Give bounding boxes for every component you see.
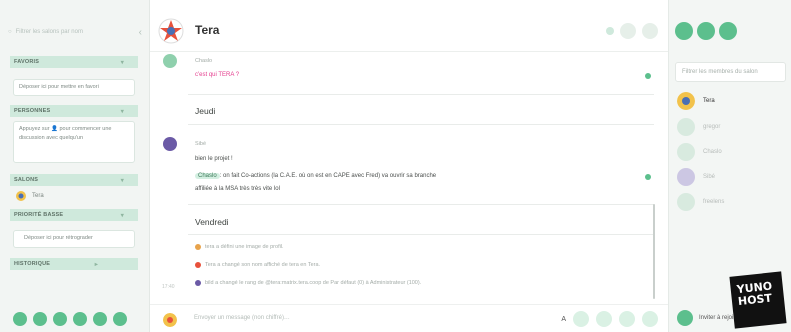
apps-icon[interactable] (620, 23, 636, 39)
section-priorite-basse[interactable]: PRIORITÉ BASSE ▾ (10, 209, 138, 221)
chevron-down-icon: ▾ (120, 177, 124, 184)
divider (188, 204, 654, 205)
avatar (677, 118, 695, 136)
member-item[interactable]: Sibé (677, 168, 715, 186)
message-input[interactable]: Envoyer un message (non chiffré)… (194, 315, 290, 321)
search-icon[interactable] (642, 23, 658, 39)
member-item[interactable]: Tera (677, 92, 715, 110)
member-item[interactable]: freelens (677, 193, 724, 211)
low-priority-drop-zone[interactable]: Déposer ici pour rétrograder (13, 230, 135, 248)
chevron-right-icon: ▸ (94, 261, 98, 268)
message-text: Chaslo: on fait Co-actions (la C.A.E. où… (195, 173, 436, 179)
message-text: bien le projet ! (195, 156, 233, 162)
avatar[interactable] (163, 137, 177, 151)
read-receipt-icon (645, 174, 651, 180)
mention-pill[interactable]: Chaslo (195, 173, 220, 179)
voice-call-icon[interactable] (596, 311, 612, 327)
sender-name[interactable]: Chaslo (195, 58, 212, 64)
chevron-down-icon: ▾ (120, 59, 124, 66)
search-icon: ○ (8, 29, 12, 35)
room-title: Tera (195, 23, 220, 37)
avatar (195, 262, 201, 268)
scrollbar[interactable] (653, 204, 655, 299)
yunohost-logo: YUNO HOST (729, 271, 787, 329)
collapse-sidebar-icon[interactable]: ‹ (139, 27, 142, 38)
room-filter[interactable]: ○ Filtrer les salons par nom ‹ (8, 24, 142, 40)
video-call-icon[interactable] (619, 311, 635, 327)
divider (188, 234, 654, 235)
apps-icon[interactable] (642, 311, 658, 327)
favoris-drop-zone[interactable]: Déposer ici pour mettre en favori (13, 79, 135, 96)
avatar[interactable] (163, 54, 177, 68)
section-salons[interactable]: SALONS ▾ (10, 174, 138, 186)
section-historique[interactable]: HISTORIQUE ▸ (10, 258, 138, 270)
timestamp: 17:40 (162, 284, 175, 290)
add-icon[interactable] (73, 312, 87, 326)
date-separator: Jeudi (195, 106, 216, 116)
avatar (677, 168, 695, 186)
composer: Envoyer un message (non chiffré)… A (150, 304, 668, 332)
files-icon[interactable] (697, 22, 715, 40)
explore-icon[interactable] (93, 312, 107, 326)
home-icon[interactable] (13, 312, 27, 326)
state-event: tera a défini une image de profil. (195, 244, 284, 250)
people-icon[interactable] (33, 312, 47, 326)
section-personnes[interactable]: PERSONNES ▾ (10, 105, 138, 117)
settings-icon[interactable] (113, 312, 127, 326)
room-avatar-icon[interactable] (158, 18, 184, 44)
left-sidebar: ○ Filtrer les salons par nom ‹ FAVORIS ▾ … (0, 0, 150, 332)
message-text: c'est qui TERA ? (195, 72, 240, 78)
personnes-hint: Appuyez sur 👤 pour commencer une discuss… (13, 121, 135, 163)
message-text: affiliée à la MSA très très vite lol (195, 186, 280, 192)
read-receipt-icon (645, 73, 651, 79)
room-header: Tera (150, 0, 668, 52)
room-item-tera[interactable]: Tera (16, 191, 44, 201)
state-event: Tera a changé son nom affiché de tera en… (195, 262, 320, 268)
divider (188, 94, 654, 95)
timeline: Chaslo c'est qui TERA ? Jeudi Sibé bien … (150, 52, 668, 304)
right-panel: Filtrer les membres du salon Tera gregor… (668, 0, 791, 332)
member-item[interactable]: Chaslo (677, 143, 722, 161)
date-separator: Vendredi (195, 217, 229, 227)
rooms-icon[interactable] (53, 312, 67, 326)
avatar (677, 92, 695, 110)
room-filter-input[interactable]: Filtrer les salons par nom (16, 29, 83, 35)
add-user-icon (677, 310, 693, 326)
divider (188, 124, 654, 125)
avatar (677, 143, 695, 161)
upload-icon[interactable] (573, 311, 589, 327)
section-favoris[interactable]: FAVORIS ▾ (10, 56, 138, 68)
notifications-icon[interactable] (719, 22, 737, 40)
state-event: bild a changé le rang de @tera:matrix.te… (195, 280, 421, 286)
avatar (195, 244, 201, 250)
avatar (677, 193, 695, 211)
avatar (195, 280, 201, 286)
sidebar-bottom-actions (13, 312, 127, 326)
member-item[interactable]: gregor (677, 118, 720, 136)
user-avatar[interactable] (163, 313, 177, 327)
formatting-icon[interactable]: A (561, 316, 566, 323)
sender-name[interactable]: Sibé (195, 141, 206, 147)
chevron-down-icon: ▾ (120, 108, 124, 115)
member-filter-input[interactable]: Filtrer les membres du salon (675, 62, 786, 82)
status-icon (606, 27, 614, 35)
chevron-down-icon: ▾ (120, 212, 124, 219)
room-avatar (16, 191, 26, 201)
members-icon[interactable] (675, 22, 693, 40)
